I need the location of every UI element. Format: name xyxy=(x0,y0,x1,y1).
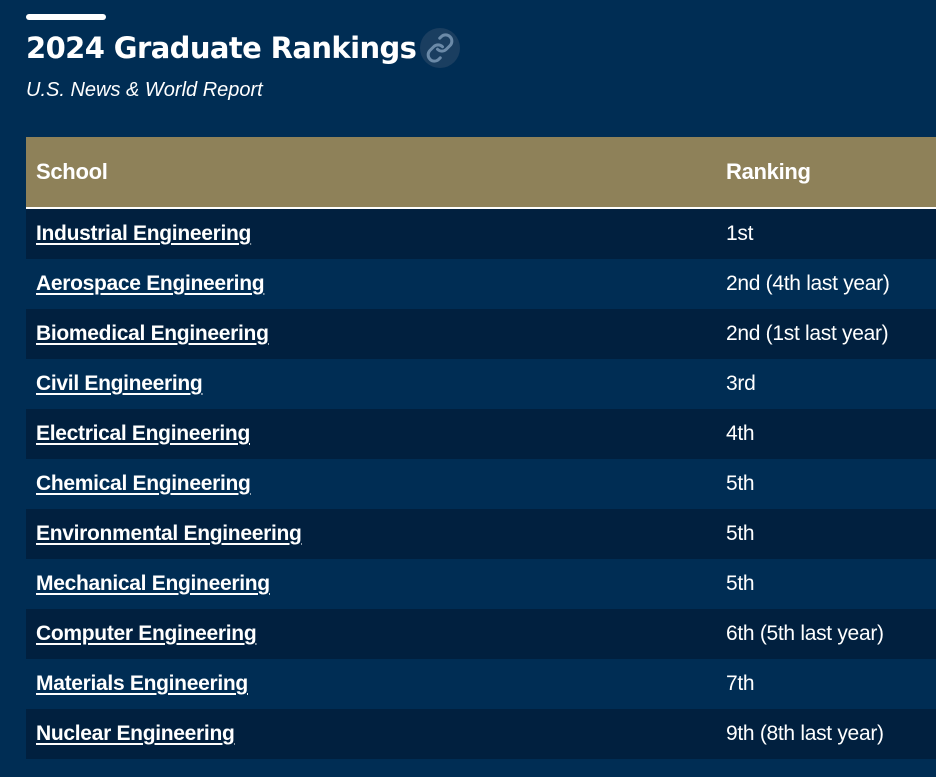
school-link[interactable]: Environmental Engineering xyxy=(36,522,302,545)
table-row: Aerospace Engineering 2nd (4th last year) xyxy=(26,259,936,309)
school-cell: Civil Engineering xyxy=(26,359,716,409)
school-link[interactable]: Biomedical Engineering xyxy=(36,322,269,345)
ranking-cell: 9th (8th last year) xyxy=(716,709,936,759)
school-link[interactable]: Materials Engineering xyxy=(36,672,248,695)
page-title: 2024 Graduate Rankings xyxy=(26,31,417,65)
ranking-cell: 5th xyxy=(716,559,936,609)
school-link[interactable]: Computer Engineering xyxy=(36,622,257,645)
school-cell: Industrial Engineering xyxy=(26,208,716,259)
ranking-cell: 2nd (4th last year) xyxy=(716,259,936,309)
school-link[interactable]: Aerospace Engineering xyxy=(36,272,265,295)
school-cell: Mechanical Engineering xyxy=(26,559,716,609)
link-icon[interactable] xyxy=(420,28,461,68)
school-link[interactable]: Civil Engineering xyxy=(36,372,203,395)
table-header-row: School Ranking xyxy=(26,137,936,209)
school-cell: Aerospace Engineering xyxy=(26,259,716,309)
column-header-ranking: Ranking xyxy=(716,137,936,209)
school-link[interactable]: Electrical Engineering xyxy=(36,422,250,445)
school-link[interactable]: Chemical Engineering xyxy=(36,472,251,495)
column-header-school: School xyxy=(26,137,716,209)
table-row: Computer Engineering 6th (5th last year) xyxy=(26,609,936,659)
table-row: Materials Engineering 7th xyxy=(26,659,936,709)
table-row: Mechanical Engineering 5th xyxy=(26,559,936,609)
school-link[interactable]: Industrial Engineering xyxy=(36,222,251,245)
title-row: 2024 Graduate Rankings xyxy=(26,28,461,68)
table-row: Biomedical Engineering 2nd (1st last year… xyxy=(26,309,936,359)
rankings-table: School Ranking Industrial Engineering 1st… xyxy=(26,137,936,759)
school-cell: Materials Engineering xyxy=(26,659,716,709)
school-cell: Biomedical Engineering xyxy=(26,309,716,359)
table-row: Chemical Engineering 5th xyxy=(26,459,936,509)
ranking-cell: 4th xyxy=(716,409,936,459)
title-accent-bar xyxy=(26,14,106,20)
school-cell: Chemical Engineering xyxy=(26,459,716,509)
ranking-cell: 1st xyxy=(716,208,936,259)
table-row: Industrial Engineering 1st xyxy=(26,208,936,259)
table-body: Industrial Engineering 1st Aerospace Engin… xyxy=(26,208,936,759)
table-row: Civil Engineering 3rd xyxy=(26,359,936,409)
page-subtitle: U.S. News & World Report xyxy=(26,79,263,101)
ranking-cell: 5th xyxy=(716,459,936,509)
table-row: Nuclear Engineering 9th (8th last year) xyxy=(26,709,936,759)
ranking-cell: 7th xyxy=(716,659,936,709)
school-cell: Environmental Engineering xyxy=(26,509,716,559)
ranking-cell: 5th xyxy=(716,509,936,559)
school-link[interactable]: Mechanical Engineering xyxy=(36,572,270,595)
ranking-cell: 3rd xyxy=(716,359,936,409)
ranking-cell: 2nd (1st last year) xyxy=(716,309,936,359)
table-row: Environmental Engineering 5th xyxy=(26,509,936,559)
table-row: Electrical Engineering 4th xyxy=(26,409,936,459)
school-link[interactable]: Nuclear Engineering xyxy=(36,722,235,745)
school-cell: Computer Engineering xyxy=(26,609,716,659)
school-cell: Electrical Engineering xyxy=(26,409,716,459)
ranking-cell: 6th (5th last year) xyxy=(716,609,936,659)
school-cell: Nuclear Engineering xyxy=(26,709,716,759)
